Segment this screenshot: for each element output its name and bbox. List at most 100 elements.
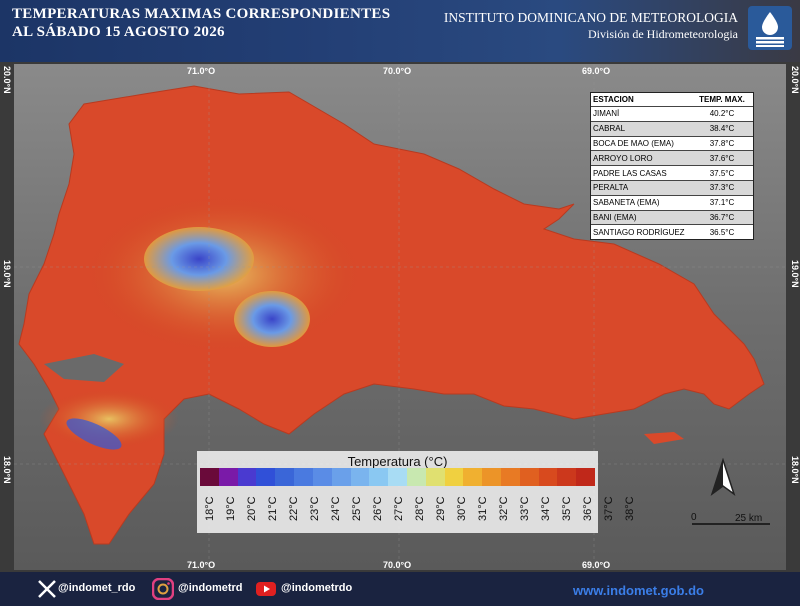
col-station-header: ESTACION [593, 95, 634, 104]
legend-tick-label: 18°C [204, 496, 216, 522]
website-link[interactable]: www.indomet.gob.do [573, 583, 704, 598]
table-header-row: ESTACION TEMP. MAX. [591, 93, 753, 106]
station-table: ESTACION TEMP. MAX. JIMANÍ 40.2°C CABRAL 3… [590, 92, 754, 241]
north-arrow-icon [710, 458, 736, 496]
lon-label-bottom-70: 70.0°O [383, 560, 412, 570]
instagram-icon[interactable] [152, 578, 174, 600]
legend-tick-label: 32°C [498, 496, 510, 522]
legend-title: Temperatura (°C) [347, 454, 448, 469]
legend-swatch [576, 468, 596, 486]
legend-tick-label: 30°C [456, 496, 468, 522]
station-temp: 36.5°C [709, 227, 735, 237]
lat-label-left-18: 18.0°N [2, 456, 12, 484]
legend-tick-label: 27°C [393, 496, 405, 522]
legend-labels: 18°C 19°C 20°C 21°C 22°C 23°C 24°C 25°C 26°C 27°C… [200, 489, 636, 529]
cordillera-central-cool-zone [144, 227, 254, 291]
legend-swatch [463, 468, 483, 486]
lon-label-top-70: 70.0°O [383, 66, 412, 76]
legend-tick-label: 31°C [477, 496, 489, 522]
station-name: PERALTA [593, 183, 629, 193]
x-twitter-icon[interactable] [36, 578, 58, 600]
station-temp: 37.3°C [709, 183, 735, 193]
lat-label-right-20: 20.0°N [790, 66, 800, 94]
station-temp: 36.7°C [709, 212, 735, 222]
station-name: BOCA DE MAO (EMA) [593, 138, 674, 148]
legend-tick-label: 26°C [372, 496, 384, 522]
legend-swatch [482, 468, 501, 486]
station-temp: 37.1°C [709, 198, 735, 208]
indomet-logo-icon [748, 6, 792, 50]
lat-label-right-18: 18.0°N [790, 456, 800, 484]
legend-swatch [237, 468, 257, 486]
legend-swatch [388, 468, 407, 486]
legend-tick-label: 29°C [435, 496, 447, 522]
lat-label-left-20: 20.0°N [2, 66, 12, 94]
station-temp: 38.4°C [709, 124, 735, 134]
map-title-line2: AL SÁBADO 15 AGOSTO 2026 [12, 24, 225, 40]
legend-swatch [444, 468, 464, 486]
lon-label-bottom-71: 71.0°O [187, 560, 216, 570]
temperature-legend: Temperatura (°C) 18°C 19°C 20°C 21°C 22°C 23°… [197, 451, 636, 533]
legend-tick-label: 21°C [267, 496, 279, 522]
legend-swatch [218, 468, 238, 486]
legend-tick-label: 38°C [624, 496, 636, 522]
scale-distance-label: 25 km [735, 513, 763, 524]
legend-tick-label: 22°C [288, 496, 300, 522]
lon-label-top-71: 71.0°O [187, 66, 216, 76]
footer: @indomet_rdo @indometrd @indometrdo www.… [0, 572, 800, 606]
map-title-line1: TEMPERATURAS MAXIMAS CORRESPONDIENTES [12, 6, 391, 22]
legend-swatch [200, 468, 219, 486]
legend-tick-label: 36°C [582, 496, 594, 522]
legend-swatch [425, 468, 445, 486]
legend-swatch [256, 468, 276, 486]
legend-swatch [557, 468, 577, 486]
table-row: PERALTA 37.3°C [591, 179, 753, 195]
station-name: SABANETA (EMA) [593, 198, 660, 208]
lon-label-top-69: 69.0°O [582, 66, 611, 76]
legend-tick-label: 35°C [561, 496, 573, 522]
instagram-handle[interactable]: @indometrd [178, 582, 243, 594]
header-banner: TEMPERATURAS MAXIMAS CORRESPONDIENTES AL… [0, 0, 800, 62]
station-name: CABRAL [593, 124, 626, 134]
legend-swatch [294, 468, 313, 486]
lat-label-left-19: 19.0°N [2, 260, 12, 288]
legend-swatch [406, 468, 426, 486]
twitter-handle[interactable]: @indomet_rdo [58, 582, 135, 594]
cordillera-central-south-cool-zone [234, 291, 310, 347]
legend-tick-label: 25°C [351, 496, 363, 522]
table-row: SABANETA (EMA) 37.1°C [591, 194, 753, 210]
station-name: BANI (EMA) [593, 212, 637, 222]
legend-swatch [350, 468, 370, 486]
legend-tick-label: 33°C [519, 496, 531, 522]
legend-swatch [369, 468, 389, 486]
legend-swatch [519, 468, 539, 486]
station-name: PADRE LAS CASAS [593, 168, 667, 178]
station-temp: 37.5°C [709, 168, 735, 178]
station-name: JIMANÍ [593, 109, 620, 119]
col-temp-header: TEMP. MAX. [699, 95, 745, 104]
legend-swatch [312, 468, 332, 486]
legend-tick-label: 24°C [330, 496, 342, 522]
table-row: SANTIAGO RODRÍGUEZ 36.5°C [591, 224, 753, 240]
division-name: División de Hidrometeorologia [588, 27, 738, 41]
station-temp: 37.8°C [709, 138, 735, 148]
station-name: ARROYO LORO [593, 153, 653, 163]
legend-swatch [331, 468, 351, 486]
legend-color-bar [200, 468, 596, 486]
lon-label-bottom-69: 69.0°O [582, 560, 611, 570]
table-row: PADRE LAS CASAS 37.5°C [591, 165, 753, 180]
station-temp: 37.6°C [709, 153, 735, 163]
table-row: BANI (EMA) 36.7°C [591, 209, 753, 225]
table-row: CABRAL 38.4°C [591, 120, 753, 136]
table-row: ARROYO LORO 37.6°C [591, 150, 753, 166]
lat-label-right-19: 19.0°N [790, 260, 800, 288]
legend-swatch [538, 468, 558, 486]
station-name: SANTIAGO RODRÍGUEZ [593, 227, 685, 237]
legend-tick-label: 28°C [414, 496, 426, 522]
legend-tick-label: 37°C [603, 496, 615, 522]
institute-name: INSTITUTO DOMINICANO DE METEOROLOGIA [443, 10, 738, 25]
youtube-handle[interactable]: @indometrdo [281, 582, 352, 594]
legend-swatch [501, 468, 520, 486]
station-temp: 40.2°C [709, 109, 735, 119]
youtube-icon[interactable] [255, 578, 277, 600]
